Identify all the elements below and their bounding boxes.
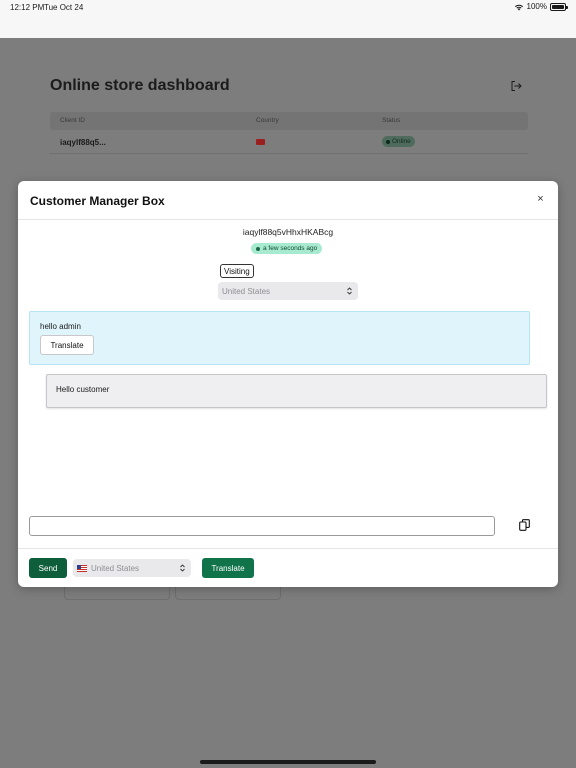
modal-header: Customer Manager Box × — [18, 181, 558, 220]
cell-client-id: iaqylf88q5... — [60, 138, 106, 147]
close-icon[interactable]: × — [535, 194, 546, 205]
status-badge-label: Online — [392, 138, 411, 145]
home-indicator[interactable] — [200, 760, 376, 764]
battery-percent: 100% — [526, 2, 547, 11]
last-seen-label: a few seconds ago — [263, 245, 318, 252]
logout-icon[interactable] — [510, 80, 522, 92]
language-select[interactable]: United States — [73, 559, 191, 577]
country-select[interactable]: United States — [218, 282, 358, 300]
status-badge: Online — [382, 136, 415, 147]
translate-message-button[interactable]: Translate — [40, 335, 94, 355]
header-client-id: Client ID — [60, 117, 85, 124]
online-dot-icon — [256, 246, 260, 251]
copy-icon[interactable] — [519, 519, 530, 531]
client-id: iaqylf88q5vHhxHKABcg — [242, 227, 334, 237]
admin-message-text: Hello customer — [56, 385, 110, 394]
language-select-value: United States — [91, 563, 140, 573]
modal-footer: Send United States Translate — [18, 548, 558, 587]
page-title: Online store dashboard — [50, 77, 230, 94]
status-dot-icon — [386, 139, 390, 144]
send-button[interactable]: Send — [29, 558, 67, 578]
modal-title: Customer Manager Box — [30, 194, 165, 208]
battery-icon — [550, 2, 568, 11]
status-right: 100% — [514, 2, 568, 11]
status-bar: 12:12 PM Tue Oct 24 100% — [0, 0, 576, 38]
clients-table: Client ID Country Status iaqylf88q5... O… — [50, 112, 528, 154]
message-input[interactable] — [29, 516, 495, 536]
visiting-button[interactable]: Visiting — [220, 264, 254, 278]
chevron-updown-icon — [347, 287, 352, 295]
table-header: Client ID Country Status — [50, 112, 528, 130]
admin-message: Hello customer — [46, 374, 547, 408]
wifi-icon — [514, 4, 523, 10]
header-country: Country — [256, 117, 279, 124]
country-select-value: United States — [222, 286, 271, 296]
table-row[interactable]: iaqylf88q5... Online — [50, 130, 528, 154]
customer-manager-modal: Customer Manager Box × iaqylf88q5vHhxHKA… — [18, 181, 558, 587]
status-date: Tue Oct 24 — [44, 3, 84, 12]
last-seen-badge: a few seconds ago — [251, 243, 323, 254]
translate-button[interactable]: Translate — [202, 558, 254, 578]
flag-icon — [256, 139, 265, 145]
chevron-updown-icon — [180, 564, 185, 572]
status-time: 12:12 PM — [10, 3, 45, 12]
us-flag-icon — [77, 564, 87, 572]
customer-message-text: hello admin — [40, 322, 81, 331]
header-status: Status — [382, 117, 401, 124]
customer-message: hello admin Translate — [29, 311, 530, 365]
